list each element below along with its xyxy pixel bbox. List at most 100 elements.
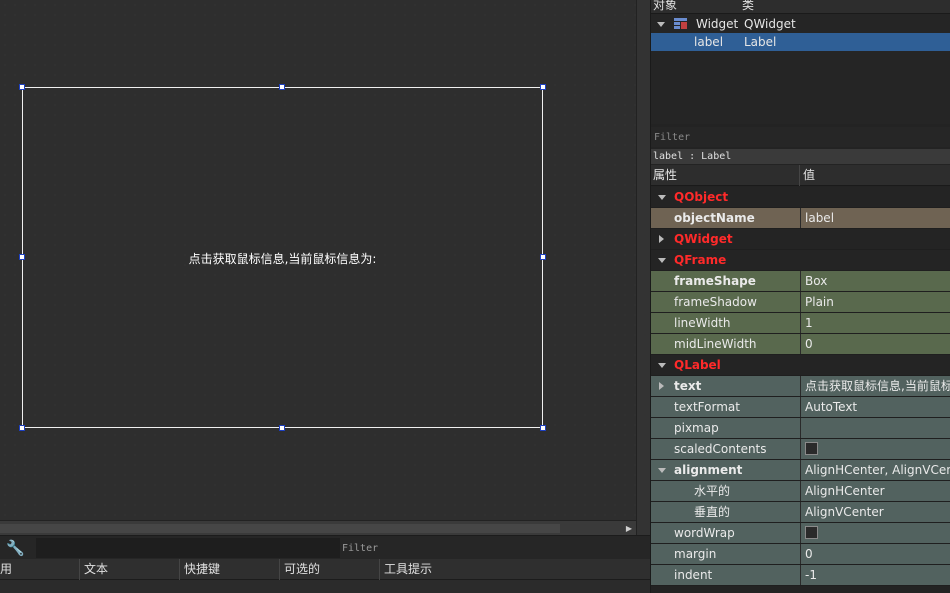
- column-separator[interactable]: [799, 165, 800, 186]
- group-name: QFrame: [674, 253, 727, 267]
- property-value[interactable]: AlignHCenter, AlignVCenter: [800, 460, 950, 480]
- resize-handle-bottom-left[interactable]: [19, 425, 25, 431]
- property-name: scaledContents: [674, 442, 767, 456]
- property-value[interactable]: 1: [800, 313, 950, 333]
- property-row-frameshadow[interactable]: frameShadow Plain: [651, 292, 950, 313]
- property-value[interactable]: Box: [800, 271, 950, 291]
- tree-row-widget[interactable]: Widget QWidget: [651, 15, 950, 33]
- group-name: QObject: [674, 190, 729, 204]
- resize-handle-left[interactable]: [19, 254, 25, 260]
- property-name: pixmap: [674, 421, 719, 435]
- resize-handle-top-left[interactable]: [19, 84, 25, 90]
- object-class: Label: [744, 35, 777, 49]
- property-value[interactable]: 点击获取鼠标信息,当前鼠标信息为:: [800, 376, 950, 396]
- property-row-linewidth[interactable]: lineWidth 1: [651, 313, 950, 334]
- group-qwidget[interactable]: QWidget: [651, 229, 950, 250]
- wrench-icon[interactable]: 🔧▾: [6, 539, 30, 575]
- column-header-text[interactable]: 文本: [79, 559, 179, 580]
- property-row-margin[interactable]: margin 0: [651, 544, 950, 565]
- property-column-header[interactable]: 属性: [653, 165, 677, 186]
- property-value[interactable]: [800, 418, 950, 438]
- action-table-header: 用 文本 快捷键 可选的 工具提示: [0, 559, 650, 580]
- resize-handle-right[interactable]: [540, 254, 546, 260]
- property-row-indent[interactable]: indent -1: [651, 565, 950, 586]
- property-row-frameshape[interactable]: frameShape Box: [651, 271, 950, 292]
- object-class: QWidget: [744, 17, 796, 31]
- property-value[interactable]: label: [800, 208, 950, 228]
- property-row-alignment[interactable]: alignment AlignHCenter, AlignVCenter: [651, 460, 950, 481]
- property-row-scaledcontents[interactable]: scaledContents: [651, 439, 950, 460]
- object-column-header[interactable]: 对象: [653, 0, 677, 13]
- property-filter-input[interactable]: [651, 127, 950, 147]
- expand-arrow-icon[interactable]: [659, 235, 664, 243]
- action-editor-toolbar: 🔧▾: [0, 535, 650, 575]
- group-qobject[interactable]: QObject: [651, 187, 950, 208]
- property-value-cell: [800, 439, 950, 459]
- group-name: QWidget: [674, 232, 733, 246]
- property-name: text: [674, 379, 702, 393]
- property-row-pixmap[interactable]: pixmap: [651, 418, 950, 439]
- collapse-arrow-icon[interactable]: [658, 363, 666, 368]
- property-name: alignment: [674, 463, 743, 477]
- property-value[interactable]: 0: [800, 334, 950, 354]
- current-object-label: label : Label: [651, 149, 950, 164]
- column-header-used[interactable]: 用: [0, 559, 79, 580]
- label-text: 点击获取鼠标信息,当前鼠标信息为:: [188, 252, 377, 266]
- action-table-body[interactable]: [0, 580, 650, 593]
- property-row-objectname[interactable]: objectName label: [651, 208, 950, 229]
- property-value[interactable]: AutoText: [800, 397, 950, 417]
- scrollbar-thumb[interactable]: [0, 524, 560, 533]
- wordwrap-checkbox[interactable]: [805, 526, 818, 539]
- property-editor-header: 属性 值: [651, 165, 950, 186]
- property-row-alignment-horizontal[interactable]: 水平的 AlignHCenter: [651, 481, 950, 502]
- expand-arrow-icon[interactable]: [659, 382, 664, 390]
- property-row-wordwrap[interactable]: wordWrap: [651, 523, 950, 544]
- scaledcontents-checkbox[interactable]: [805, 442, 818, 455]
- expand-arrow-icon[interactable]: [657, 22, 665, 27]
- collapse-arrow-icon[interactable]: [658, 258, 666, 263]
- form-editor-canvas[interactable]: 点击获取鼠标信息,当前鼠标信息为:: [0, 0, 636, 520]
- property-name: indent: [674, 568, 713, 582]
- collapse-arrow-icon[interactable]: [658, 468, 666, 473]
- property-value[interactable]: 0: [800, 544, 950, 564]
- property-value-cell: [800, 523, 950, 543]
- property-value[interactable]: AlignVCenter: [800, 502, 950, 522]
- class-column-header[interactable]: 类: [742, 0, 754, 13]
- property-value[interactable]: -1: [800, 565, 950, 585]
- resize-handle-top[interactable]: [279, 84, 285, 90]
- canvas-horizontal-scrollbar[interactable]: ▶: [0, 520, 636, 535]
- tree-row-label[interactable]: label Label: [651, 33, 950, 51]
- property-row-alignment-vertical[interactable]: 垂直的 AlignVCenter: [651, 502, 950, 523]
- scroll-right-arrow-icon[interactable]: ▶: [624, 523, 634, 534]
- object-inspector-tree: Widget QWidget label Label: [651, 14, 950, 124]
- column-header-shortcut[interactable]: 快捷键: [179, 559, 279, 580]
- label-widget[interactable]: 点击获取鼠标信息,当前鼠标信息为:: [22, 87, 543, 428]
- property-name: objectName: [674, 211, 755, 225]
- property-name: midLineWidth: [674, 337, 757, 351]
- property-name: margin: [674, 547, 717, 561]
- property-value[interactable]: AlignHCenter: [800, 481, 950, 501]
- property-row-textformat[interactable]: textFormat AutoText: [651, 397, 950, 418]
- property-name: lineWidth: [674, 316, 731, 330]
- column-header-checkable[interactable]: 可选的: [279, 559, 379, 580]
- property-name: frameShape: [674, 274, 756, 288]
- column-header-tooltip[interactable]: 工具提示: [379, 559, 650, 580]
- property-value[interactable]: Plain: [800, 292, 950, 312]
- property-name: wordWrap: [674, 526, 735, 540]
- property-row-midlinewidth[interactable]: midLineWidth 0: [651, 334, 950, 355]
- group-qlabel[interactable]: QLabel: [651, 355, 950, 376]
- property-name: frameShadow: [674, 295, 757, 309]
- property-name: textFormat: [674, 400, 740, 414]
- action-filter-input[interactable]: [342, 538, 642, 558]
- value-column-header[interactable]: 值: [803, 165, 815, 186]
- group-name: QLabel: [674, 358, 721, 372]
- collapse-arrow-icon[interactable]: [658, 195, 666, 200]
- property-list: QObject objectName label QWidget QFrame …: [651, 187, 950, 586]
- resize-handle-bottom[interactable]: [279, 425, 285, 431]
- right-panels: 对象 类 Widget QWidget label Label label : …: [650, 0, 950, 593]
- property-row-text[interactable]: text 点击获取鼠标信息,当前鼠标信息为:: [651, 376, 950, 397]
- canvas-vertical-scrollbar[interactable]: [636, 0, 650, 535]
- resize-handle-bottom-right[interactable]: [540, 425, 546, 431]
- resize-handle-top-right[interactable]: [540, 84, 546, 90]
- group-qframe[interactable]: QFrame: [651, 250, 950, 271]
